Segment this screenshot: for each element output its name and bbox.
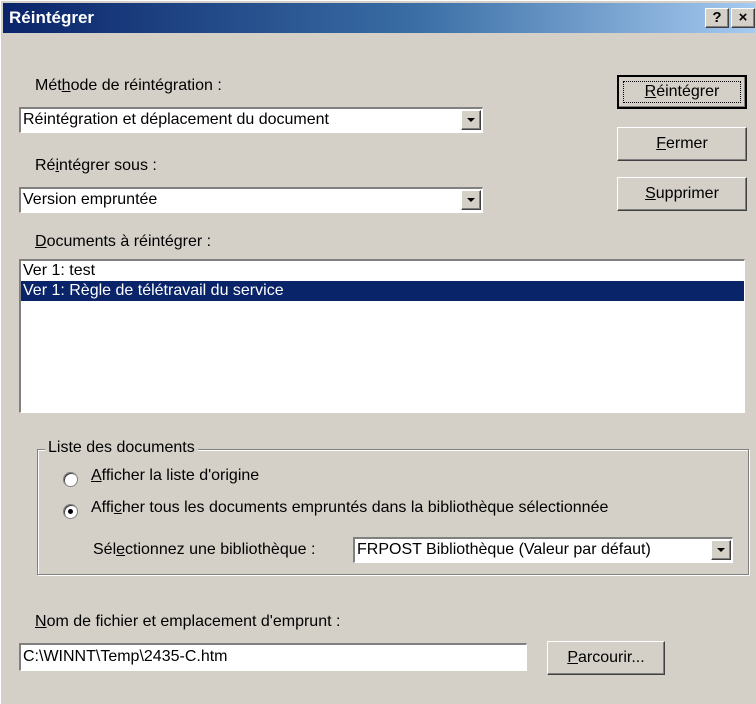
method-select[interactable]: Réintégration et déplacement du document: [19, 107, 483, 133]
documents-list[interactable]: Ver 1: test Ver 1: Règle de télétravail …: [19, 259, 745, 413]
library-select[interactable]: FRPOST Bibliothèque (Valeur par défaut): [353, 537, 733, 563]
reintegrate-as-label: Réintégrer sous :: [35, 157, 157, 174]
reintegrate-as-select-value: Version empruntée: [23, 191, 158, 208]
reintegrate-dialog: Réintégrer ? × Méthode de réintégration …: [0, 0, 756, 704]
browse-button[interactable]: Parcourir...: [547, 641, 665, 675]
title-bar: Réintégrer ? ×: [3, 3, 755, 33]
chevron-down-icon[interactable]: [461, 190, 481, 210]
list-item[interactable]: Ver 1: Règle de télétravail du service: [21, 281, 744, 301]
library-select-value: FRPOST Bibliothèque (Valeur par défaut): [357, 541, 651, 558]
chevron-down-icon[interactable]: [461, 110, 481, 130]
window-title: Réintégrer: [9, 8, 95, 27]
radio-all-borrowed[interactable]: [63, 504, 78, 519]
close-window-button[interactable]: ×: [731, 8, 755, 28]
radio-dot-icon: [68, 509, 73, 514]
option-all-borrowed-label[interactable]: Afficher tous les documents empruntés da…: [91, 499, 608, 517]
reintegrate-button[interactable]: Réintégrer: [617, 75, 747, 109]
close-button[interactable]: Fermer: [617, 127, 747, 161]
documents-label: Documents à réintégrer :: [35, 233, 212, 250]
method-label: Méthode de réintégration :: [35, 77, 222, 94]
library-label: Sélectionnez une bibliothèque :: [93, 541, 316, 558]
radio-original-list[interactable]: [63, 472, 78, 487]
reintegrate-as-select[interactable]: Version empruntée: [19, 187, 483, 213]
group-legend: Liste des documents: [45, 439, 198, 457]
method-select-value: Réintégration et déplacement du document: [23, 111, 329, 128]
list-item[interactable]: Ver 1: test: [21, 261, 744, 281]
file-label: Nom de fichier et emplacement d'emprunt …: [35, 613, 341, 630]
option-original-list-label[interactable]: Afficher la liste d'origine: [91, 467, 259, 485]
chevron-down-icon[interactable]: [711, 540, 731, 560]
focus-rect: [623, 81, 741, 103]
delete-button[interactable]: Supprimer: [617, 177, 747, 211]
file-path-input[interactable]: C:\WINNT\Temp\2435-C.htm: [19, 643, 527, 671]
help-button[interactable]: ?: [705, 8, 729, 28]
